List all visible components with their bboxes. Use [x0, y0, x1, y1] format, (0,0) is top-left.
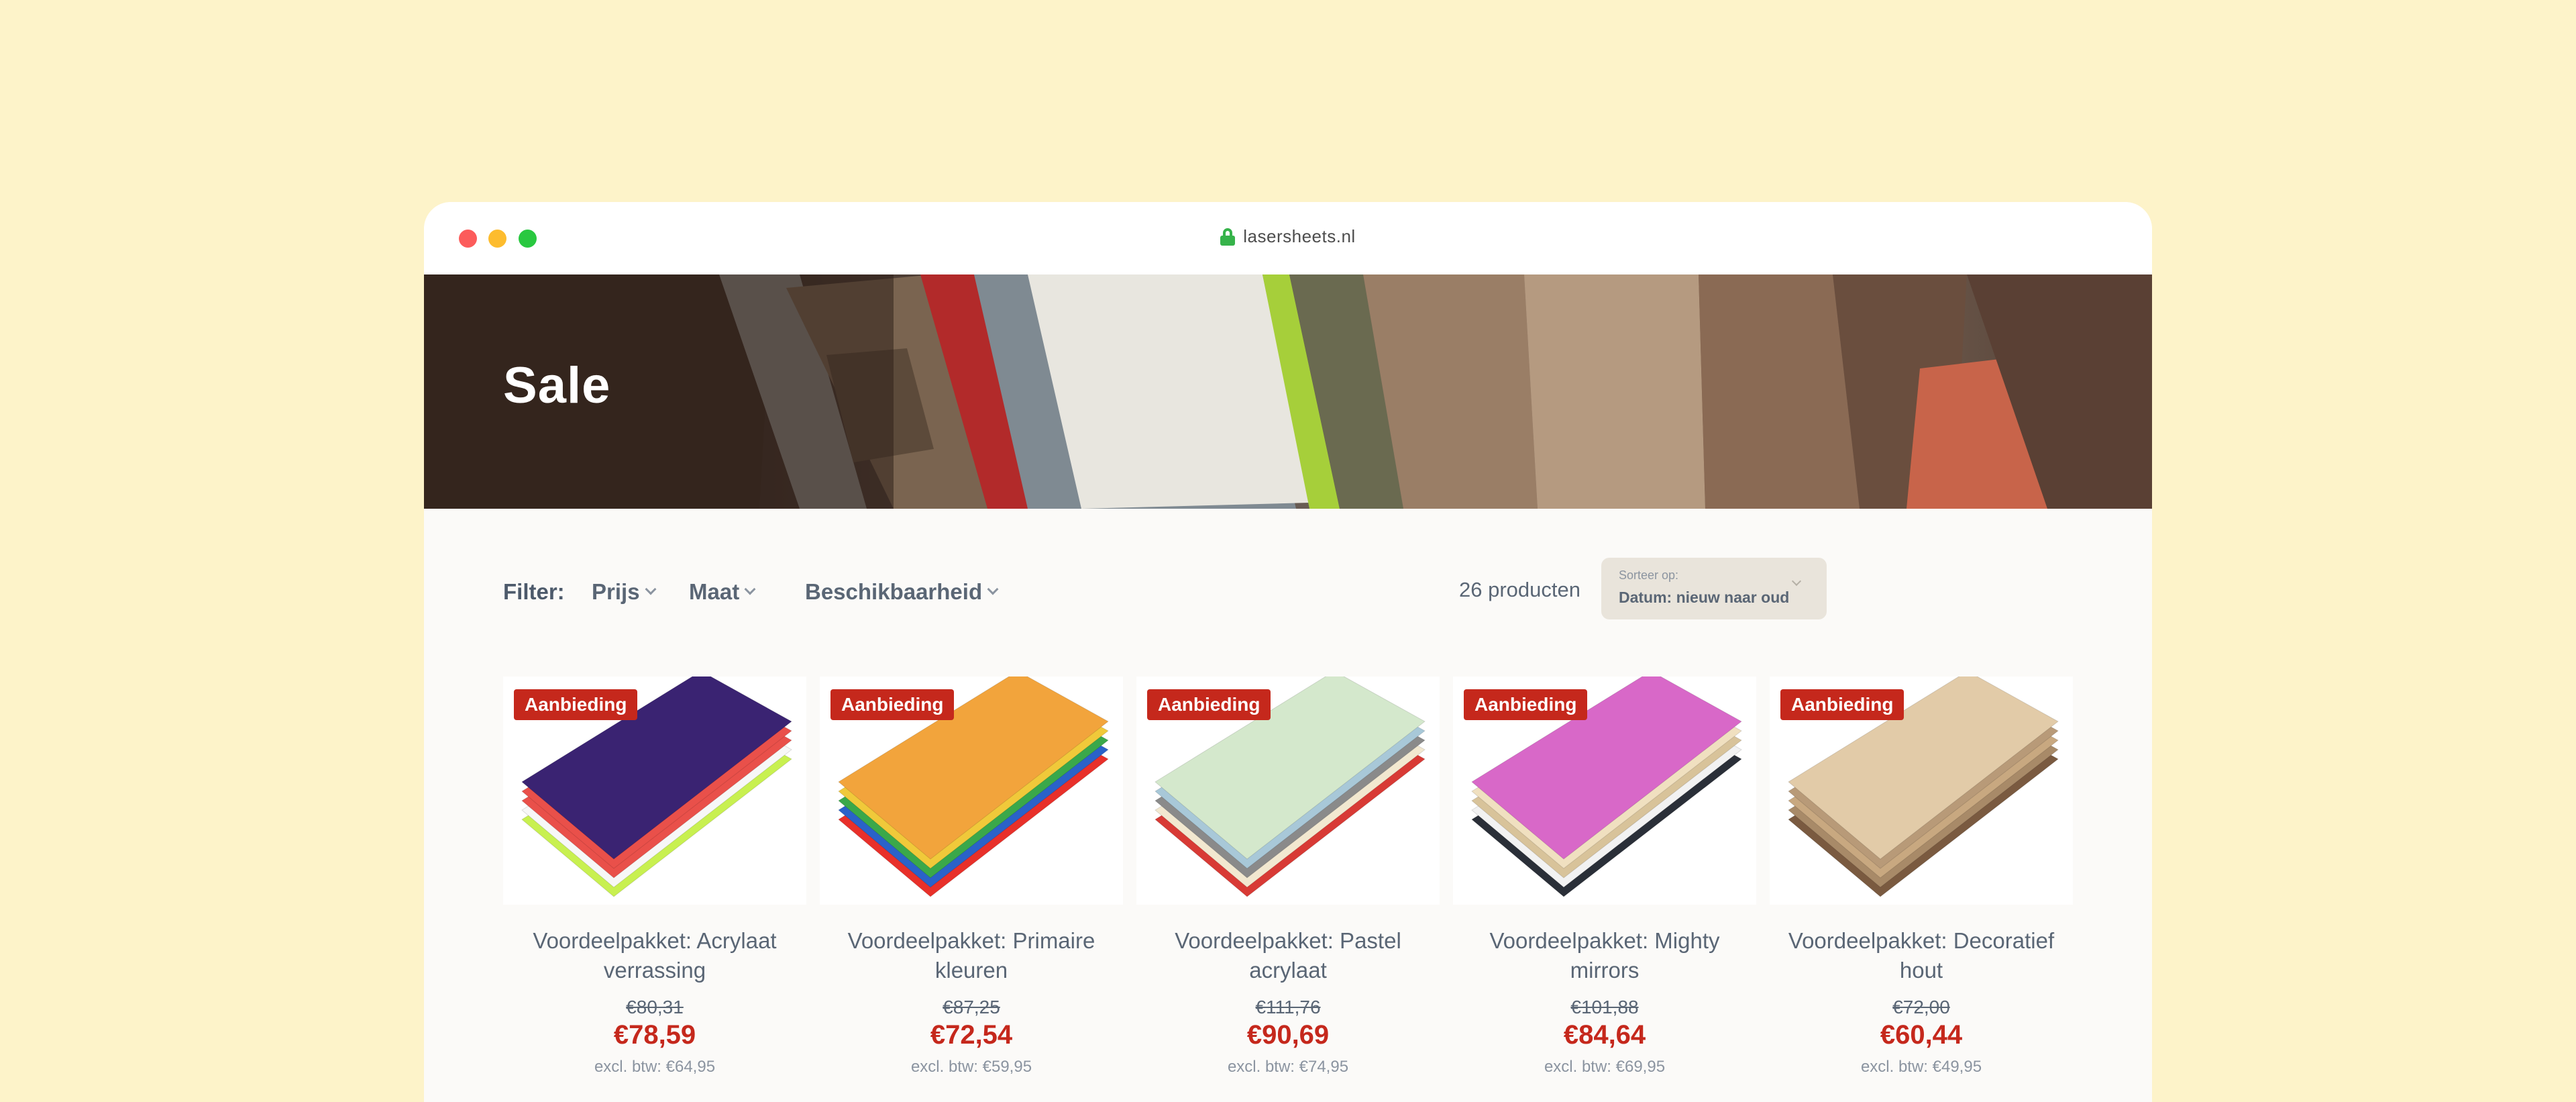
price-excl-vat: excl. btw: €74,95 [1227, 1058, 1349, 1076]
price-excl-vat: excl. btw: €59,95 [910, 1058, 1032, 1076]
product-name[interactable]: Voordeelpakket: Pastel acrylaat [1136, 926, 1440, 985]
price-excl-vat: excl. btw: €49,95 [1860, 1058, 1982, 1076]
filter-price-dropdown[interactable]: Prijs [592, 579, 657, 605]
sale-price: €84,64 [1563, 1020, 1646, 1050]
sale-price: €72,54 [930, 1020, 1013, 1050]
chevron-down-icon [744, 583, 756, 595]
product-grid: Aanbieding Voordeelpakket: Acrylaat verr… [503, 670, 2073, 1102]
filter-price-label: Prijs [592, 579, 640, 604]
hero-banner: Sale [424, 274, 2152, 509]
product-card[interactable]: Aanbieding Voordeelpakket: Decoratief ho… [1770, 670, 2073, 1102]
product-name[interactable]: Voordeelpakket: Decoratief hout [1770, 926, 2073, 985]
hero-image [424, 274, 2152, 509]
original-price: €111,76 [1255, 997, 1321, 1017]
original-price: €101,88 [1570, 997, 1639, 1017]
url-text: lasersheets.nl [1243, 226, 1356, 246]
sale-price: €60,44 [1880, 1020, 1963, 1050]
product-name[interactable]: Voordeelpakket: Mighty mirrors [1453, 926, 1756, 985]
product-name[interactable]: Voordeelpakket: Acrylaat verrassing [503, 926, 806, 985]
chevron-down-icon [645, 583, 657, 595]
browser-titlebar: lasersheets.nl [424, 202, 2152, 274]
browser-window: lasersheets.nl Sale Filter: Prijs Maat B… [424, 202, 2152, 1102]
original-price: €80,31 [626, 997, 684, 1017]
filter-availability-label: Beschikbaarheid [805, 579, 983, 604]
sort-label: Sorteer op: [1619, 568, 1679, 582]
filter-size-label: Maat [689, 579, 740, 604]
price-excl-vat: excl. btw: €69,95 [1544, 1058, 1666, 1076]
price-excl-vat: excl. btw: €64,95 [594, 1058, 716, 1076]
filter-bar: Filter: Prijs Maat Beschikbaarheid 26 pr… [503, 558, 2073, 619]
product-card[interactable]: Aanbieding Voordeelpakket: Primaire kleu… [820, 670, 1123, 1102]
sale-price: €78,59 [613, 1020, 696, 1050]
filter-label: Filter: [503, 579, 565, 604]
sort-select[interactable]: Sorteer op: Datum: nieuw naar oud [1601, 558, 1827, 619]
chevron-down-icon [1791, 576, 1802, 587]
sale-badge: Aanbieding [1780, 689, 1904, 720]
lock-icon [1220, 228, 1236, 246]
filter-size-dropdown[interactable]: Maat [689, 579, 756, 605]
address-bar[interactable]: lasersheets.nl [424, 226, 2152, 247]
sale-price: €90,69 [1246, 1020, 1330, 1050]
sale-badge: Aanbieding [1147, 689, 1271, 720]
product-name[interactable]: Voordeelpakket: Primaire kleuren [820, 926, 1123, 985]
product-card[interactable]: Aanbieding Voordeelpakket: Mighty mirror… [1453, 670, 1756, 1102]
filter-availability-dropdown[interactable]: Beschikbaarheid [805, 579, 999, 605]
original-price: €72,00 [1892, 997, 1950, 1017]
sort-value: Datum: nieuw naar oud [1619, 589, 1790, 606]
sale-badge: Aanbieding [514, 689, 638, 720]
original-price: €87,25 [943, 997, 1000, 1017]
page-title: Sale [503, 357, 611, 414]
product-card[interactable]: Aanbieding Voordeelpakket: Pastel acryla… [1136, 670, 1440, 1102]
product-card[interactable]: Aanbieding Voordeelpakket: Acrylaat verr… [503, 670, 806, 1102]
product-count: 26 producten [1459, 578, 1580, 601]
sale-badge: Aanbieding [830, 689, 955, 720]
chevron-down-icon [987, 583, 999, 595]
sale-badge: Aanbieding [1464, 689, 1588, 720]
